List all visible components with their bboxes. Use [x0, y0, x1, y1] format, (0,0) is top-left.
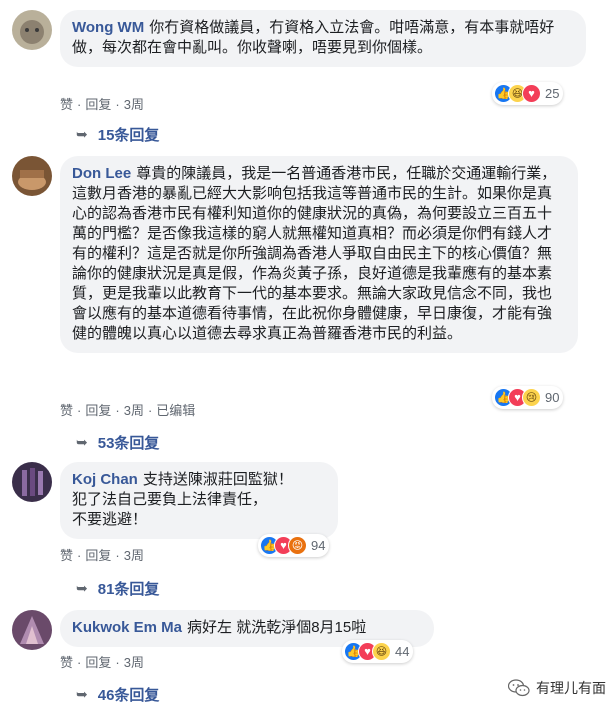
reaction-summary[interactable]: 👍 ♥ 😆 44	[342, 640, 414, 663]
replies-count: 46条回复	[97, 687, 160, 704]
comment-actions: 赞 · 回复 · 3周	[60, 97, 144, 112]
replies-count: 15条回复	[97, 127, 160, 144]
timestamp[interactable]: 3周	[124, 548, 144, 563]
replies-count: 81条回复	[97, 581, 160, 598]
reaction-summary[interactable]: 👍 ♥ 😢 90	[492, 386, 564, 409]
love-icon: ♥	[522, 84, 541, 103]
sad-icon: 😢	[522, 388, 541, 407]
comment-bubble: Don Lee 尊貴的陳議員，我是一名普通香港市民，任職於交通運輸行業，這數月香港…	[60, 156, 578, 353]
avatar[interactable]	[12, 610, 52, 650]
reply-arrow-icon: ➥	[76, 580, 88, 596]
watermark-text: 有理儿有面	[536, 680, 606, 696]
comment-actions: 赞 · 回复 · 3周 · 已编辑	[60, 403, 196, 418]
avatar[interactable]	[12, 156, 52, 196]
avatar[interactable]	[12, 462, 52, 502]
avatar[interactable]	[12, 10, 52, 50]
reply-arrow-icon: ➥	[76, 686, 88, 702]
reaction-count: 44	[395, 644, 410, 659]
comment-bubble: Wong WM 你冇資格做議員，冇資格入立法會。咁唔滿意，有本事就唔好做，每次都在…	[60, 10, 586, 67]
reply-arrow-icon: ➥	[76, 434, 88, 450]
comment-actions: 赞 · 回复 · 3周	[60, 655, 144, 670]
reaction-count: 90	[545, 390, 560, 405]
reply-link[interactable]: 回复	[85, 655, 111, 670]
view-replies-link[interactable]: ➥ 15条回复	[76, 124, 159, 145]
reaction-count: 25	[545, 86, 560, 101]
comment-text: 你冇資格做議員，冇資格入立法會。咁唔滿意，有本事就唔好做，每次都在會中亂叫。你收…	[72, 19, 555, 56]
reply-link[interactable]: 回复	[85, 548, 111, 563]
reply-arrow-icon: ➥	[76, 126, 88, 142]
reply-link[interactable]: 回复	[85, 403, 111, 418]
like-link[interactable]: 赞	[60, 97, 73, 112]
like-link[interactable]: 赞	[60, 403, 73, 418]
view-replies-link[interactable]: ➥ 46条回复	[76, 684, 159, 705]
author-name[interactable]: Koj Chan	[72, 471, 138, 488]
like-link[interactable]: 赞	[60, 655, 73, 670]
reaction-summary[interactable]: 👍 ♥ 😡 94	[258, 534, 330, 557]
comment-text: 病好左 就洗乾淨個8月15啦	[187, 619, 367, 636]
angry-icon: 😡	[288, 536, 307, 555]
author-name[interactable]: Don Lee	[72, 165, 131, 182]
timestamp[interactable]: 3周	[124, 403, 144, 418]
author-name[interactable]: Wong WM	[72, 19, 144, 36]
reaction-summary[interactable]: 👍 😆 ♥ 25	[492, 82, 564, 105]
author-name[interactable]: Kukwok Em Ma	[72, 619, 182, 636]
reply-link[interactable]: 回复	[85, 97, 111, 112]
watermark: 有理儿有面	[508, 678, 606, 698]
timestamp[interactable]: 3周	[124, 655, 144, 670]
edited-label[interactable]: 已编辑	[156, 403, 195, 418]
view-replies-link[interactable]: ➥ 53条回复	[76, 432, 159, 453]
replies-count: 53条回复	[97, 435, 160, 452]
comment-text: 尊貴的陳議員，我是一名普通香港市民，任職於交通運輸行業，這數月香港的暴亂已經大大…	[72, 165, 557, 342]
haha-icon: 😆	[372, 642, 391, 661]
comment-actions: 赞 · 回复 · 3周	[60, 548, 144, 563]
comment-bubble: Koj Chan 支持送陳淑莊回監獄！ 犯了法自己要負上法律責任， 不要逃避！	[60, 462, 338, 539]
timestamp[interactable]: 3周	[124, 97, 144, 112]
view-replies-link[interactable]: ➥ 81条回复	[76, 578, 159, 599]
wechat-icon	[508, 679, 530, 697]
reaction-count: 94	[311, 538, 326, 553]
like-link[interactable]: 赞	[60, 548, 73, 563]
